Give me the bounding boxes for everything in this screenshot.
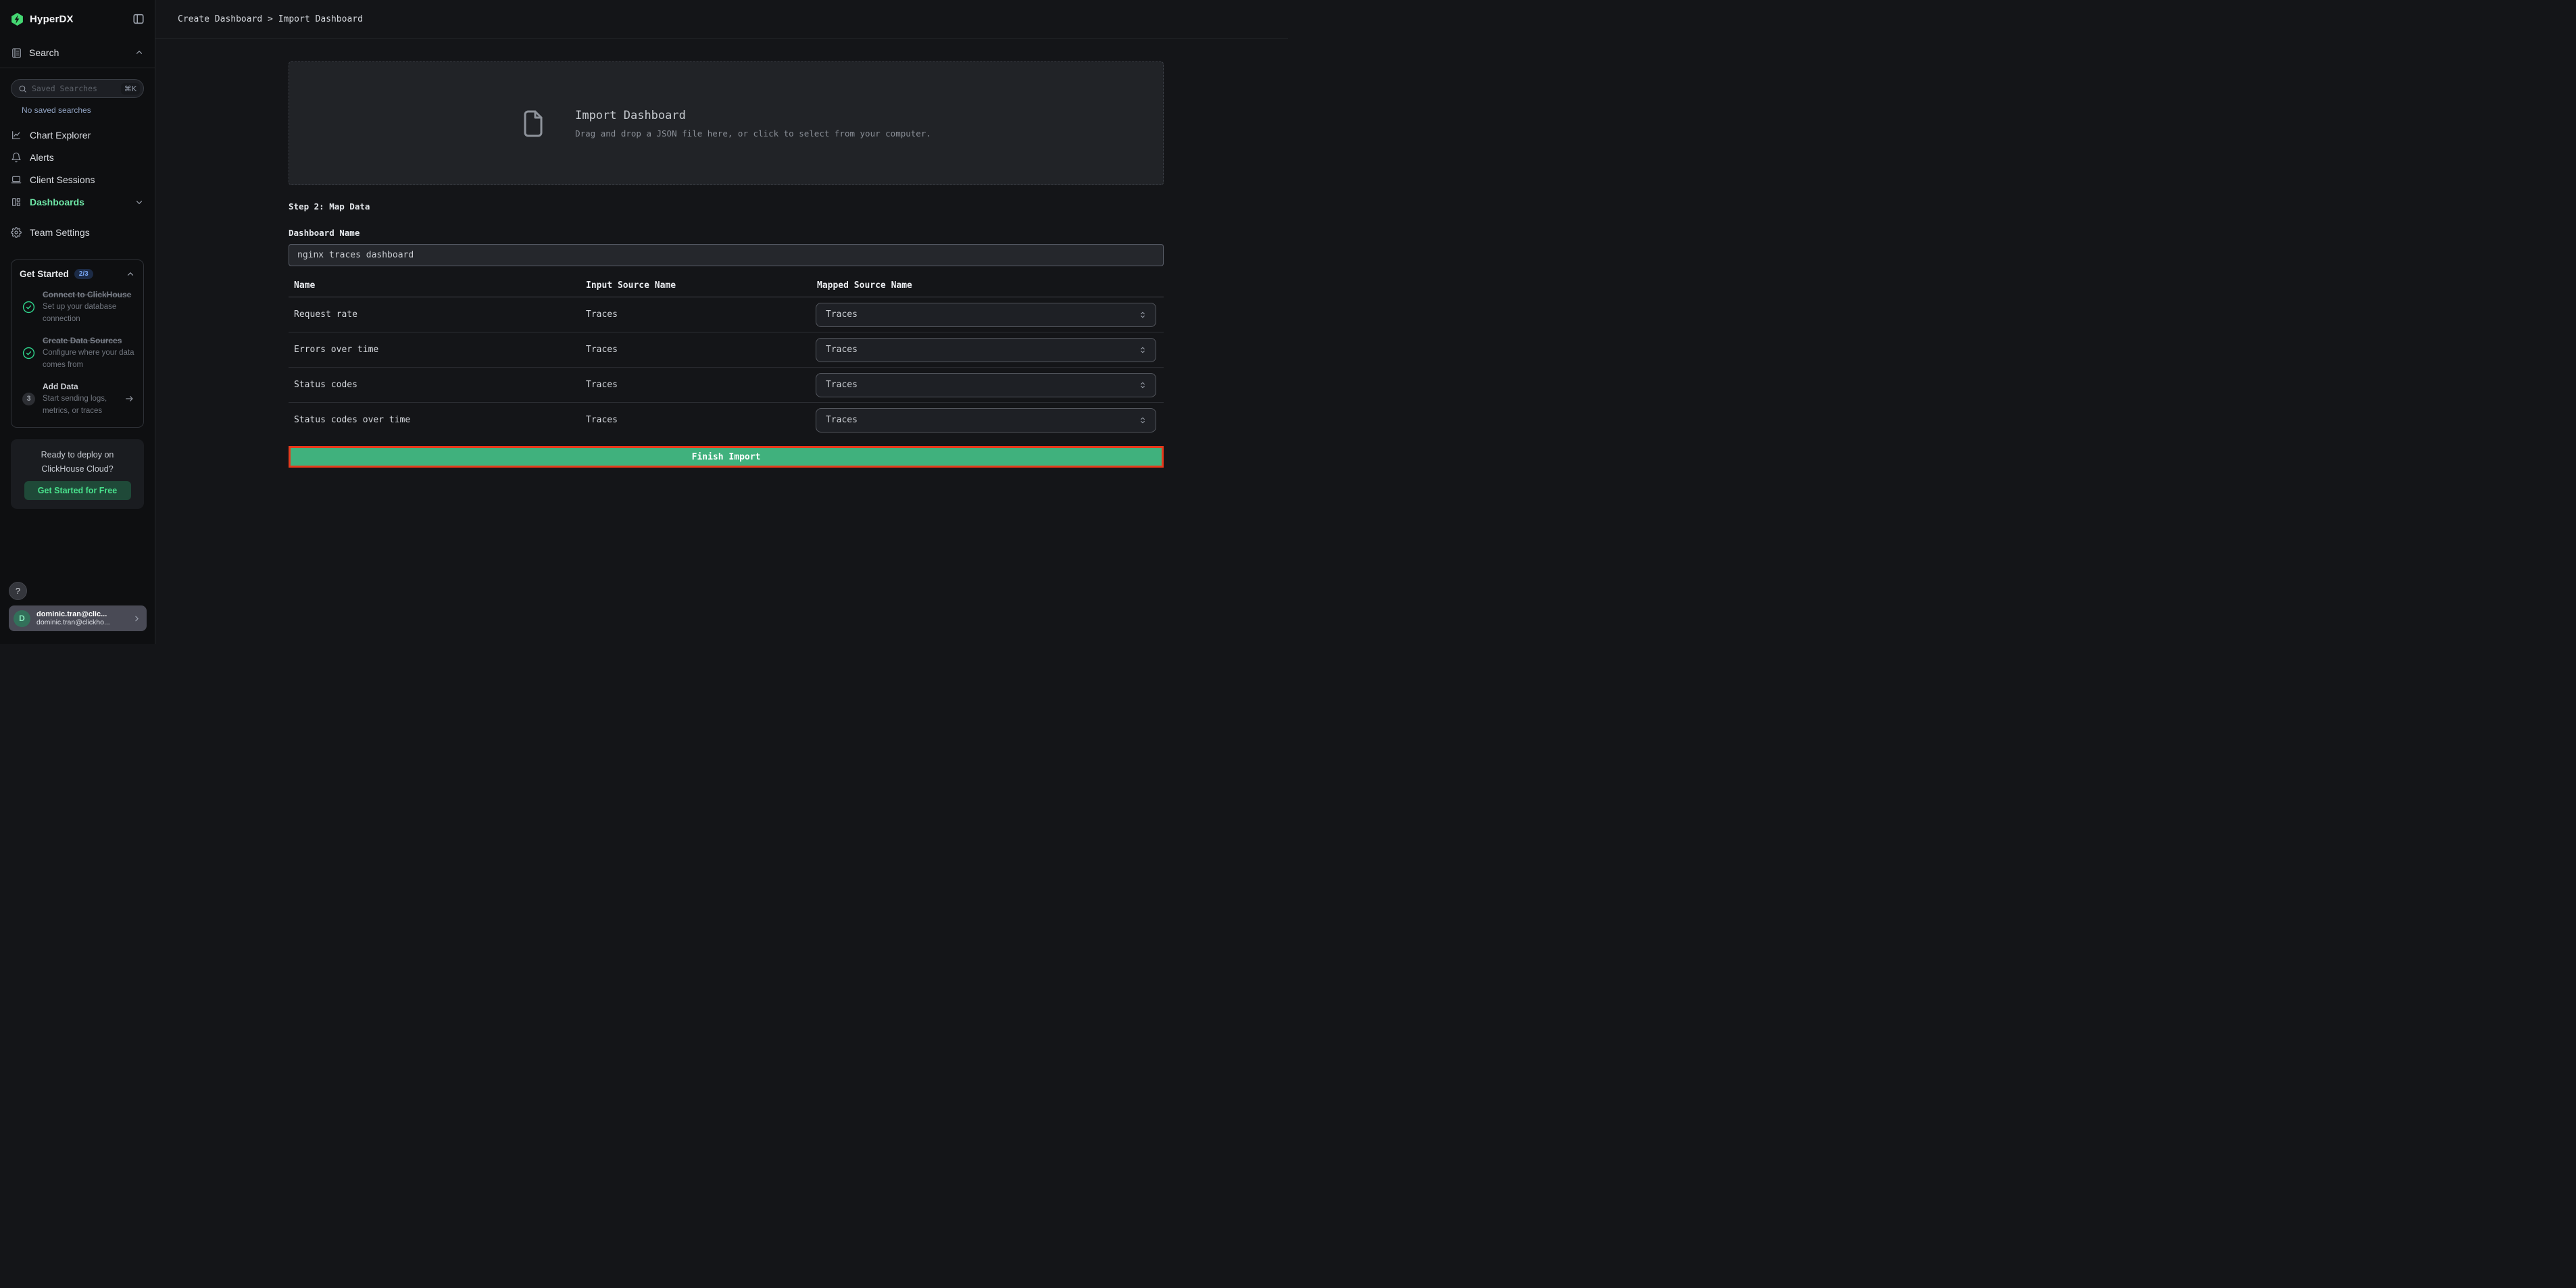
get-started-step-connect[interactable]: Connect to ClickHouse Set up your databa… xyxy=(20,289,135,325)
get-started-title: Get Started xyxy=(20,269,69,279)
step-subtitle: Start sending logs, metrics, or traces xyxy=(43,393,120,417)
get-started-header[interactable]: Get Started 2/3 xyxy=(20,269,135,279)
get-started-card: Get Started 2/3 Connect to ClickHouse Se… xyxy=(11,259,144,428)
step-subtitle: Configure where your data comes from xyxy=(43,347,135,371)
sidebar-item-dashboards[interactable]: Dashboards xyxy=(0,191,155,213)
laptop-icon xyxy=(11,174,22,185)
table-row: Status codes Traces Traces xyxy=(289,368,1164,403)
search-section-header[interactable]: Search xyxy=(0,38,155,68)
step-subtitle: Set up your database connection xyxy=(43,301,135,325)
row-input-source: Traces xyxy=(580,380,810,390)
select-chevrons-icon xyxy=(1138,345,1147,355)
get-started-step-add-data[interactable]: 3 Add Data Start sending logs, metrics, … xyxy=(20,380,135,417)
sidebar-item-client-sessions[interactable]: Client Sessions xyxy=(0,168,155,191)
row-name: Status codes xyxy=(289,380,580,390)
dashboard-name-label: Dashboard Name xyxy=(289,228,1164,238)
table-header-row: Name Input Source Name Mapped Source Nam… xyxy=(289,274,1164,297)
breadcrumb: Create Dashboard > Import Dashboard xyxy=(178,14,363,24)
mapped-source-select[interactable]: Traces xyxy=(816,303,1156,327)
select-value: Traces xyxy=(826,309,1138,320)
gear-icon xyxy=(11,227,22,238)
step-number-badge: 3 xyxy=(22,393,35,405)
row-input-source: Traces xyxy=(580,415,810,425)
mapped-source-select[interactable]: Traces xyxy=(816,408,1156,432)
get-started-free-button[interactable]: Get Started for Free xyxy=(24,481,131,500)
get-started-step-sources[interactable]: Create Data Sources Configure where your… xyxy=(20,335,135,371)
row-name: Errors over time xyxy=(289,345,580,355)
dropzone-title: Import Dashboard xyxy=(575,109,931,122)
select-chevrons-icon xyxy=(1138,309,1147,320)
step-heading: Step 2: Map Data xyxy=(289,201,1164,212)
table-row: Errors over time Traces Traces xyxy=(289,332,1164,368)
select-value: Traces xyxy=(826,380,1138,390)
hyperdx-logo-icon xyxy=(10,12,24,26)
step-title: Connect to ClickHouse xyxy=(43,289,135,301)
table-row: Status codes over time Traces Traces xyxy=(289,403,1164,437)
journal-icon xyxy=(11,47,22,59)
dropzone-subtitle: Drag and drop a JSON file here, or click… xyxy=(575,128,931,139)
top-bar: Create Dashboard > Import Dashboard xyxy=(155,0,1288,39)
mapped-source-select[interactable]: Traces xyxy=(816,373,1156,397)
check-circle-icon xyxy=(22,301,35,314)
chevron-up-icon xyxy=(134,48,144,57)
user-avatar: D xyxy=(14,610,30,627)
panel-toggle-icon xyxy=(132,13,145,25)
help-button[interactable]: ? xyxy=(9,582,27,600)
no-saved-searches-text: No saved searches xyxy=(22,105,155,115)
search-icon xyxy=(18,84,27,93)
dashboard-grid-icon xyxy=(11,197,22,207)
logo-row: HyperDX xyxy=(0,0,155,38)
user-name: dominic.tran@clic... xyxy=(36,610,130,618)
select-value: Traces xyxy=(826,415,1138,425)
import-dropzone[interactable]: Import Dashboard Drag and drop a JSON fi… xyxy=(289,61,1164,185)
deploy-promo-card: Ready to deploy on ClickHouse Cloud? Get… xyxy=(11,439,144,509)
row-name: Status codes over time xyxy=(289,415,580,425)
select-chevrons-icon xyxy=(1138,415,1147,426)
select-value: Traces xyxy=(826,345,1138,355)
chevron-down-icon xyxy=(134,197,144,207)
sidebar-item-chart-explorer[interactable]: Chart Explorer xyxy=(0,124,155,146)
finish-import-button[interactable]: Finish Import xyxy=(289,446,1164,468)
step-title: Create Data Sources xyxy=(43,335,135,347)
user-email: dominic.tran@clickho... xyxy=(36,618,130,626)
chevron-right-icon xyxy=(132,614,141,623)
sidebar: HyperDX Search ⌘K No saved searches Char… xyxy=(0,0,155,644)
sidebar-item-alerts[interactable]: Alerts xyxy=(0,146,155,168)
bell-icon xyxy=(11,152,22,163)
row-input-source: Traces xyxy=(580,309,810,320)
select-chevrons-icon xyxy=(1138,380,1147,391)
sidebar-item-team-settings[interactable]: Team Settings xyxy=(0,221,155,243)
row-input-source: Traces xyxy=(580,345,810,355)
saved-searches-search[interactable]: ⌘K xyxy=(11,79,144,98)
step-title: Add Data xyxy=(43,380,120,393)
search-section-label: Search xyxy=(29,47,59,58)
deploy-text-line2: ClickHouse Cloud? xyxy=(20,462,134,476)
file-icon xyxy=(521,108,545,139)
sidebar-collapse-button[interactable] xyxy=(132,13,145,25)
user-menu[interactable]: D dominic.tran@clic... dominic.tran@clic… xyxy=(9,605,147,631)
row-name: Request rate xyxy=(289,309,580,320)
shortcut-badge: ⌘K xyxy=(121,83,140,95)
column-header-mapped-source: Mapped Source Name xyxy=(810,280,1164,291)
arrow-right-icon xyxy=(124,393,135,404)
chevron-up-icon xyxy=(126,270,135,279)
progress-badge: 2/3 xyxy=(74,269,93,279)
saved-searches-input[interactable] xyxy=(32,84,121,93)
app-title: HyperDX xyxy=(30,14,74,25)
deploy-text-line1: Ready to deploy on xyxy=(20,448,134,462)
column-header-input-source: Input Source Name xyxy=(580,280,810,291)
main-area: Create Dashboard > Import Dashboard Impo… xyxy=(155,0,1288,644)
dashboard-name-input[interactable] xyxy=(289,244,1164,266)
check-circle-icon xyxy=(22,347,35,360)
column-header-name: Name xyxy=(289,280,580,291)
table-row: Request rate Traces Traces xyxy=(289,297,1164,332)
line-chart-icon xyxy=(11,130,22,141)
mapped-source-select[interactable]: Traces xyxy=(816,338,1156,362)
sidebar-nav: Chart Explorer Alerts Client Sessions Da… xyxy=(0,124,155,243)
